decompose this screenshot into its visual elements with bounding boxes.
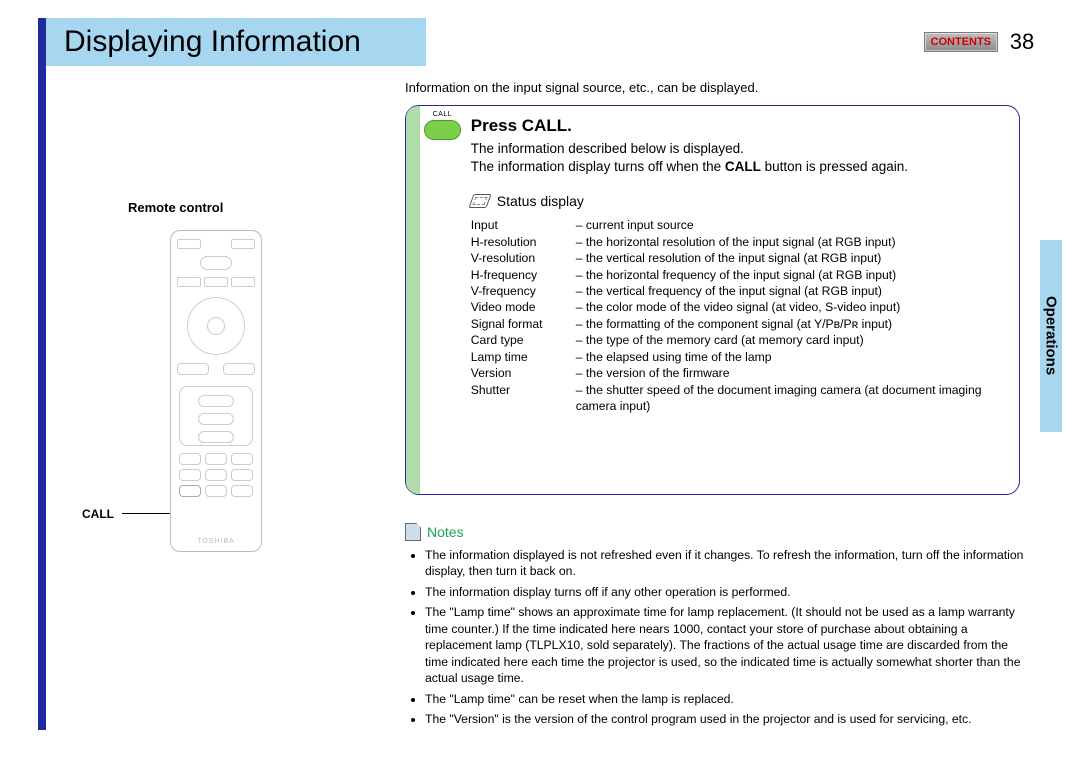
status-display-heading: Status display — [497, 193, 584, 209]
remote-brand: TOSHIBA — [171, 538, 261, 545]
press-call-body-bold: CALL — [725, 159, 761, 174]
notes-item: The information display turns off if any… — [425, 584, 1030, 600]
notes-heading: Notes — [427, 524, 464, 540]
status-term: Card type — [471, 332, 576, 348]
intro-text: Information on the input signal source, … — [405, 80, 758, 95]
status-desc: – the horizontal resolution of the input… — [576, 234, 1009, 250]
notes-item: The information displayed is not refresh… — [425, 547, 1030, 580]
press-call-body-line2c: button is pressed again. — [761, 159, 908, 174]
press-call-body-line1: The information described below is displ… — [471, 141, 744, 156]
notes-list: The information displayed is not refresh… — [415, 547, 1030, 728]
remote-call-key — [179, 485, 201, 497]
status-desc: – the shutter speed of the document imag… — [576, 382, 1009, 415]
status-desc: – the elapsed using time of the lamp — [576, 349, 1009, 365]
status-desc: – the vertical frequency of the input si… — [576, 283, 1009, 299]
status-term: V-frequency — [471, 283, 576, 299]
notes-section: Notes The information displayed is not r… — [405, 523, 1030, 732]
remote-call-label: CALL — [82, 507, 114, 521]
page-title-bg: Displaying Information — [46, 18, 426, 66]
press-call-heading: Press CALL. — [471, 116, 1009, 136]
status-term: V-resolution — [471, 250, 576, 266]
status-desc: – the formatting of the component signal… — [576, 316, 1009, 332]
contents-button[interactable]: CONTENTS — [924, 32, 999, 52]
page-title: Displaying Information — [64, 25, 361, 59]
notes-item: The "Version" is the version of the cont… — [425, 711, 1030, 727]
status-term: Signal format — [471, 316, 576, 332]
status-term: H-frequency — [471, 267, 576, 283]
status-term: Shutter — [471, 382, 576, 415]
call-button-icon — [424, 120, 461, 140]
status-desc: – the type of the memory card (at memory… — [576, 332, 1009, 348]
display-icon — [468, 194, 491, 208]
status-term: Video mode — [471, 299, 576, 315]
page-header: Displaying Information CONTENTS 38 — [46, 18, 1036, 66]
status-term: Lamp time — [471, 349, 576, 365]
status-desc: – the vertical resolution of the input s… — [576, 250, 1009, 266]
status-term: Version — [471, 365, 576, 381]
accent-rule — [38, 18, 46, 730]
status-desc: – the horizontal frequency of the input … — [576, 267, 1009, 283]
notes-item: The "Lamp time" shows an approximate tim… — [425, 604, 1030, 686]
notes-item: The "Lamp time" can be reset when the la… — [425, 691, 1030, 707]
status-term: H-resolution — [471, 234, 576, 250]
remote-control-heading: Remote control — [128, 200, 223, 215]
section-tab-operations[interactable]: Operations — [1040, 240, 1062, 432]
page-number: 38 — [1008, 29, 1036, 55]
press-call-body: The information described below is displ… — [471, 140, 1009, 175]
status-list: Input– current input sourceH-resolution–… — [471, 217, 1009, 415]
status-desc: – current input source — [576, 217, 1009, 233]
remote-control-diagram: TOSHIBA — [170, 230, 262, 552]
press-call-panel: Press CALL. The information described be… — [405, 105, 1020, 495]
notes-icon — [405, 523, 421, 541]
press-call-body-line2a: The information display turns off when t… — [471, 159, 725, 174]
status-desc: – the version of the firmware — [576, 365, 1009, 381]
status-term: Input — [471, 217, 576, 233]
status-desc: – the color mode of the video signal (at… — [576, 299, 1009, 315]
